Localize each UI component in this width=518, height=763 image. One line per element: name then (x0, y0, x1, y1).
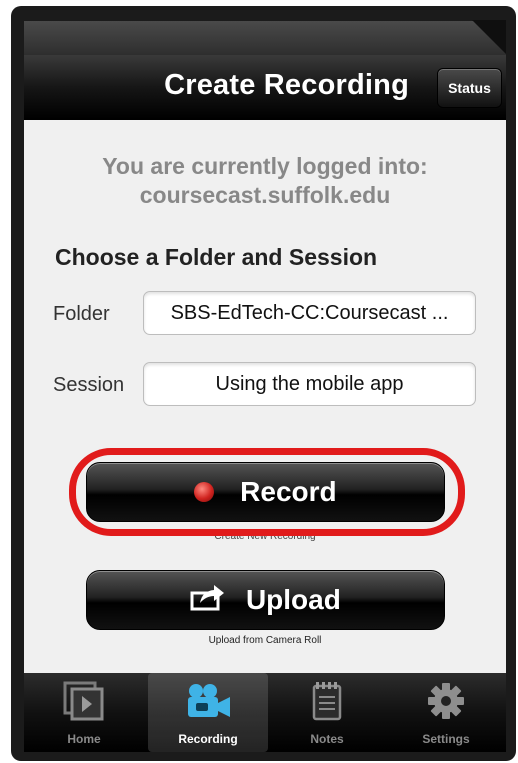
home-icon (63, 681, 105, 726)
status-bar (24, 21, 506, 55)
login-server: coursecast.suffolk.edu (139, 182, 391, 208)
tab-recording[interactable]: Recording (148, 673, 268, 752)
page-curl (472, 20, 506, 54)
tab-home[interactable]: Home (24, 673, 144, 752)
tab-label: Home (67, 732, 101, 746)
folder-label: Folder (53, 303, 110, 325)
upload-button[interactable]: Upload (86, 570, 445, 630)
section-title: Choose a Folder and Session (55, 244, 378, 270)
tab-label: Recording (178, 732, 238, 746)
upload-caption: Upload from Camera Roll (208, 635, 322, 646)
main-content: You are currently logged into: coursecas… (24, 120, 506, 673)
navigation-bar: Create Recording Status (24, 55, 506, 120)
tab-label: Settings (422, 732, 470, 746)
session-field[interactable]: Using the mobile app (143, 362, 476, 406)
login-info: You are currently logged into: coursecas… (24, 152, 506, 210)
camera-icon (184, 681, 232, 726)
tab-label: Notes (310, 732, 344, 746)
status-button[interactable]: Status (437, 68, 502, 108)
share-icon (190, 583, 226, 618)
page-title: Create Recording (164, 69, 409, 101)
gear-icon (426, 681, 466, 726)
folder-field[interactable]: SBS-EdTech-CC:Coursecast ... (143, 291, 476, 335)
record-highlight-ring (69, 448, 465, 536)
login-line: You are currently logged into: (102, 153, 428, 179)
tab-settings[interactable]: Settings (386, 673, 506, 752)
notepad-icon (310, 681, 344, 726)
tab-notes[interactable]: Notes (267, 673, 387, 752)
upload-label: Upload (245, 584, 341, 615)
session-label: Session (53, 374, 125, 396)
tab-bar: Home Recording Notes Settings (24, 673, 506, 752)
